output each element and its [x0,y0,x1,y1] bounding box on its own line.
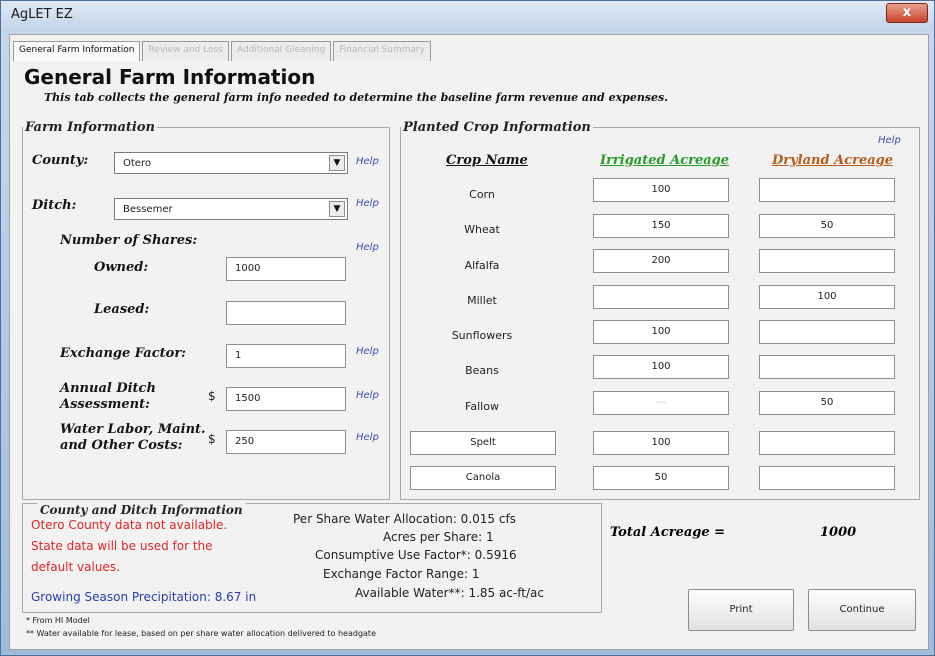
exchange-factor-range: Exchange Factor Range: 1 [323,567,480,581]
county-ditch-info-box: County and Ditch Information Otero Count… [22,503,602,613]
water-labor-label-line1: Water Labor, Maint. [60,422,206,437]
county-ditch-info-title: County and Ditch Information [37,503,246,517]
print-button[interactable]: Print [688,589,794,631]
crop-name-sunflowers: Sunflowers [451,329,513,342]
county-select[interactable]: Otero ▼ [114,152,348,174]
owned-shares-input[interactable]: 1000 [226,257,346,281]
county-help-link[interactable]: Help [356,156,379,167]
exchange-factor-label: Exchange Factor: [60,346,186,361]
crop-name-header: Crop Name [446,153,528,168]
warning-line-1: Otero County data not available. [31,518,228,532]
dryland-input-wheat[interactable]: 50 [759,214,895,238]
tab-financial-summary[interactable]: Financial Summary [333,41,431,61]
title-bar: AgLET EZ x [1,1,934,31]
dryland-input-canola[interactable] [759,466,895,490]
tab-additional-gleaning[interactable]: Additional Gleaning [230,41,332,61]
ditch-select[interactable]: Bessemer ▼ [114,198,348,220]
continue-button[interactable]: Continue [808,589,916,631]
crops-help-link[interactable]: Help [878,135,901,146]
dryland-acreage-header: Dryland Acreage [772,153,894,168]
page-title: General Farm Information [24,65,316,89]
farm-information-legend: Farm Information [25,120,155,135]
leased-shares-input[interactable] [226,301,346,325]
dryland-input-beans[interactable] [759,355,895,379]
county-label: County: [32,153,89,168]
total-acreage-label: Total Acreage = [610,525,726,540]
dryland-input-millet[interactable]: 100 [759,285,895,309]
county-value: Otero [123,158,151,169]
dryland-input-sunflowers[interactable] [759,320,895,344]
irrigated-input-alfalfa[interactable]: 200 [593,249,729,273]
footnote-1: * From HI Model [26,616,90,625]
footnote-2: ** Water available for lease, based on p… [26,629,376,638]
app-window: AgLET EZ x General Farm Information Revi… [0,0,935,656]
annual-ditch-label-line2: Assessment: [60,397,150,412]
irrigated-input-sunflowers[interactable]: 100 [593,320,729,344]
water-labor-label-line2: and Other Costs: [60,438,183,453]
tab-general-farm-information[interactable]: General Farm Information [13,41,141,61]
warning-line-3: default values. [31,560,120,574]
water-dollar-sign: $ [208,432,216,446]
ditch-help-link[interactable]: Help [356,198,379,209]
custom-crop-name-input-2[interactable]: Canola [410,466,556,490]
water-help-link[interactable]: Help [356,432,379,443]
number-of-shares-label: Number of Shares: [60,233,198,248]
irrigated-input-beans[interactable]: 100 [593,355,729,379]
window-title: AgLET EZ [11,7,73,22]
irrigated-input-millet[interactable] [593,285,729,309]
crop-name-alfalfa: Alfalfa [464,259,500,272]
ditch-value: Bessemer [123,204,173,215]
annual-ditch-label-line1: Annual Ditch [60,381,156,396]
ditch-label: Ditch: [32,198,77,213]
dryland-input-spelt[interactable] [759,431,895,455]
consumptive-use-factor: Consumptive Use Factor*: 0.5916 [315,548,517,562]
shares-help-link[interactable]: Help [356,242,379,253]
leased-label: Leased: [94,302,150,317]
dryland-input-corn[interactable] [759,178,895,202]
planted-crop-legend: Planted Crop Information [403,120,591,135]
tab-strip: General Farm Information Review and Loss… [13,41,433,61]
tab-review-and-loss[interactable]: Review and Loss [142,41,229,61]
per-share-allocation: Per Share Water Allocation: 0.015 cfs [293,512,516,526]
crop-name-fallow: Fallow [465,400,499,413]
crop-name-wheat: Wheat [464,223,500,236]
dryland-input-fallow[interactable]: 50 [759,391,895,415]
chevron-down-icon[interactable]: ▼ [329,155,345,171]
dryland-input-alfalfa[interactable] [759,249,895,273]
annual-dollar-sign: $ [208,389,216,403]
total-acreage-value: 1000 [820,525,857,540]
growing-season-precipitation: Growing Season Precipitation: 8.67 in [31,590,257,604]
custom-crop-name-input-1[interactable]: Spelt [410,431,556,455]
exchange-help-link[interactable]: Help [356,346,379,357]
irrigated-input-spelt[interactable]: 100 [593,431,729,455]
annual-help-link[interactable]: Help [356,390,379,401]
acres-per-share: Acres per Share: 1 [383,530,494,544]
crop-name-corn: Corn [469,188,495,201]
chevron-down-icon[interactable]: ▼ [329,201,345,217]
irrigated-acreage-header: Irrigated Acreage [600,153,730,168]
crop-name-beans: Beans [465,364,499,377]
annual-ditch-assessment-input[interactable]: 1500 [226,387,346,411]
exchange-factor-input[interactable]: 1 [226,344,346,368]
crop-name-millet: Millet [467,294,497,307]
close-button[interactable]: x [886,3,928,23]
water-labor-costs-input[interactable]: 250 [226,430,346,454]
client-area: General Farm Information Review and Loss… [9,34,929,650]
irrigated-input-canola[interactable]: 50 [593,466,729,490]
owned-label: Owned: [94,260,149,275]
irrigated-input-fallow: --- [593,391,729,415]
available-water: Available Water**: 1.85 ac-ft/ac [355,586,544,600]
irrigated-input-wheat[interactable]: 150 [593,214,729,238]
warning-line-2: State data will be used for the [31,539,213,553]
irrigated-input-corn[interactable]: 100 [593,178,729,202]
page-subtitle: This tab collects the general farm info … [44,91,669,104]
